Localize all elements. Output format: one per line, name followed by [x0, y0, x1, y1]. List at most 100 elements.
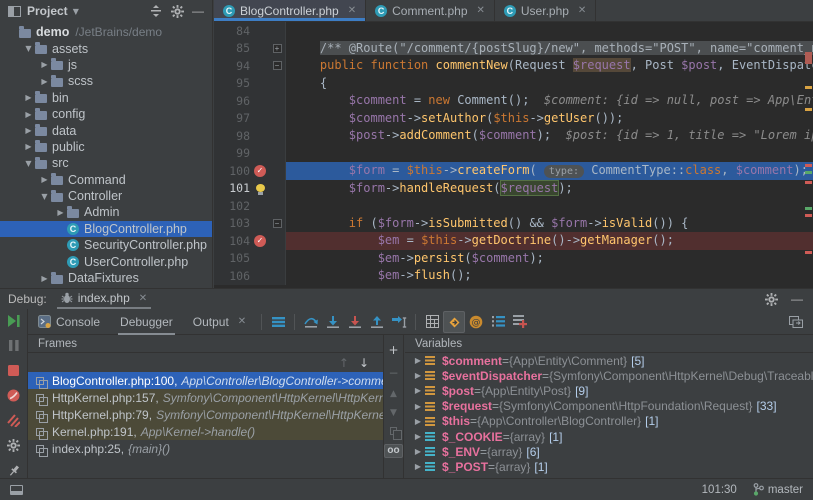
stripe-mark[interactable]: [805, 164, 812, 167]
project-panel-title[interactable]: Project: [27, 4, 68, 18]
view-breakpoints-icon[interactable]: [3, 388, 25, 403]
chevron-closed-icon[interactable]: ▶: [38, 77, 51, 86]
tree-item-src[interactable]: ▼ src: [0, 155, 212, 171]
force-step-into-icon[interactable]: [344, 311, 366, 333]
gutter[interactable]: 99: [214, 144, 286, 162]
gutter[interactable]: 97: [214, 109, 286, 127]
restore-layout-icon[interactable]: [785, 311, 807, 333]
code-text[interactable]: [286, 197, 813, 215]
code-text[interactable]: $form->handleRequest($request);: [286, 179, 813, 198]
code-line-101[interactable]: 101 $form->handleRequest($request);: [214, 179, 813, 198]
next-frame-icon[interactable]: ↓: [359, 356, 369, 370]
expand-arrow-icon[interactable]: ▶: [411, 386, 425, 395]
code-text[interactable]: if ($form->isSubmitted() && $form->isVal…: [286, 215, 813, 233]
variable-row[interactable]: ▶ $this = {App\Controller\BlogController}…: [405, 414, 813, 429]
step-into-icon[interactable]: [322, 311, 344, 333]
listeners-icon[interactable]: @: [465, 311, 487, 333]
gutter[interactable]: 105: [214, 249, 286, 267]
tree-item-usercontroller-php[interactable]: C UserController.php: [0, 253, 212, 269]
code-line-95[interactable]: 95 {: [214, 74, 813, 92]
add-watch-icon[interactable]: [509, 311, 531, 333]
expand-arrow-icon[interactable]: ▶: [411, 371, 425, 380]
stripe-mark[interactable]: [805, 251, 812, 254]
code-line-99[interactable]: 99: [214, 144, 813, 162]
code-text[interactable]: $comment = new Comment(); $comment: {id …: [286, 92, 813, 110]
pin-icon[interactable]: [3, 463, 25, 478]
error-stripe[interactable]: [803, 44, 813, 288]
debug-session-tab[interactable]: index.php ✕: [56, 289, 152, 309]
stripe-mark[interactable]: [805, 207, 812, 210]
watches-icon[interactable]: oo: [384, 444, 403, 458]
gutter[interactable]: 84: [214, 22, 286, 40]
tree-item-datafixtures[interactable]: ▶ DataFixtures: [0, 270, 212, 286]
resume-icon[interactable]: [3, 313, 25, 328]
add-icon[interactable]: +: [388, 343, 398, 357]
chevron-open-icon[interactable]: ▼: [38, 192, 51, 201]
frame-row[interactable]: index.php:25, {main}(): [28, 440, 383, 457]
gutter[interactable]: 95: [214, 74, 286, 92]
pause-icon[interactable]: [3, 338, 25, 353]
mute-breakpoints-icon[interactable]: [3, 413, 25, 428]
code-line-104[interactable]: 104 ✓ $em = $this->getDoctrine()->getMana…: [214, 232, 813, 250]
stripe-mark[interactable]: [805, 171, 812, 174]
chevron-closed-icon[interactable]: ▶: [38, 274, 51, 283]
stripe-mark[interactable]: [805, 86, 812, 89]
code-area[interactable]: 84 85 + /** @Route("/comment/{postSlug}/ne…: [214, 22, 813, 288]
minimize-icon[interactable]: —: [190, 3, 206, 19]
chevron-closed-icon[interactable]: ▶: [22, 93, 35, 102]
frame-row[interactable]: HttpKernel.php:157, Symfony\Component\Htt…: [28, 389, 383, 406]
expand-arrow-icon[interactable]: ▶: [411, 462, 425, 471]
editor-tab-blogcontroller-php[interactable]: C BlogController.php ✕: [214, 0, 367, 21]
stripe-mark[interactable]: [805, 181, 812, 184]
run-to-cursor-icon[interactable]: [388, 311, 410, 333]
code-line-98[interactable]: 98 $post->addComment($comment); $post: {…: [214, 127, 813, 145]
gutter[interactable]: 102: [214, 197, 286, 215]
tree-item-assets[interactable]: ▼ assets: [0, 40, 212, 56]
variable-row[interactable]: ▶ $request = {Symfony\Component\HttpFound…: [405, 399, 813, 414]
tool-windows-icon[interactable]: [10, 484, 23, 495]
evaluate-expression-icon[interactable]: [421, 311, 443, 333]
move-up-icon[interactable]: ▲: [390, 389, 397, 399]
variable-row[interactable]: ▶ $_ENV = {array} [6]: [405, 444, 813, 459]
step-over-icon[interactable]: [300, 311, 322, 333]
code-line-105[interactable]: 105 $em->persist($comment);: [214, 249, 813, 267]
tree-item-demo[interactable]: demo/JetBrains/demo: [0, 24, 212, 40]
lightbulb-icon[interactable]: [255, 184, 265, 196]
code-text[interactable]: public function commentNew(Request $requ…: [286, 57, 813, 75]
caret-position[interactable]: 101:30: [702, 484, 737, 496]
ordered-list-icon[interactable]: [487, 311, 509, 333]
chevron-closed-icon[interactable]: ▶: [54, 208, 67, 217]
close-icon[interactable]: ✕: [578, 5, 586, 16]
frame-row[interactable]: Kernel.php:191, App\Kernel->handle(): [28, 423, 383, 440]
code-line-103[interactable]: 103 − if ($form->isSubmitted() && $form->…: [214, 214, 813, 233]
expand-arrow-icon[interactable]: ▶: [411, 356, 425, 365]
code-line-100[interactable]: 100 ✓ $form = $this->createForm( type: Co…: [214, 162, 813, 180]
show-execution-point-icon[interactable]: [443, 310, 466, 333]
step-out-icon[interactable]: [366, 311, 388, 333]
stripe-mark[interactable]: [805, 52, 812, 64]
gear-icon[interactable]: [3, 438, 25, 453]
close-icon[interactable]: ✕: [348, 5, 356, 16]
code-line-97[interactable]: 97 $comment->setAuthor($this->getUser())…: [214, 109, 813, 128]
code-text[interactable]: $form = $this->createForm( type: Comment…: [286, 162, 813, 180]
code-line-96[interactable]: 96 $comment = new Comment(); $comment: {…: [214, 92, 813, 110]
tree-item-command[interactable]: ▶ Command: [0, 172, 212, 188]
tree-item-controller[interactable]: ▼ Controller: [0, 188, 212, 204]
code-line-85[interactable]: 85 + /** @Route("/comment/{postSlug}/new"…: [214, 39, 813, 57]
editor-tab-comment-php[interactable]: C Comment.php ✕: [366, 0, 495, 21]
close-icon[interactable]: ✕: [139, 293, 147, 304]
variable-row[interactable]: ▶ $_COOKIE = {array} [1]: [405, 429, 813, 444]
gutter[interactable]: 101: [214, 179, 286, 197]
code-text[interactable]: [286, 22, 813, 40]
gear-icon[interactable]: [763, 291, 779, 307]
code-line-84[interactable]: 84: [214, 22, 813, 40]
remove-icon[interactable]: −: [388, 366, 398, 380]
chevron-closed-icon[interactable]: ▶: [22, 142, 35, 151]
code-text[interactable]: $em = $this->getDoctrine()->getManager()…: [286, 232, 813, 250]
gutter[interactable]: 94 −: [214, 57, 286, 75]
stripe-mark[interactable]: [805, 214, 812, 217]
close-icon[interactable]: ✕: [477, 5, 485, 16]
move-down-icon[interactable]: ▼: [390, 408, 397, 418]
breakpoint-icon[interactable]: ✓: [254, 234, 266, 247]
code-text[interactable]: $comment->setAuthor($this->getUser());: [286, 110, 813, 128]
